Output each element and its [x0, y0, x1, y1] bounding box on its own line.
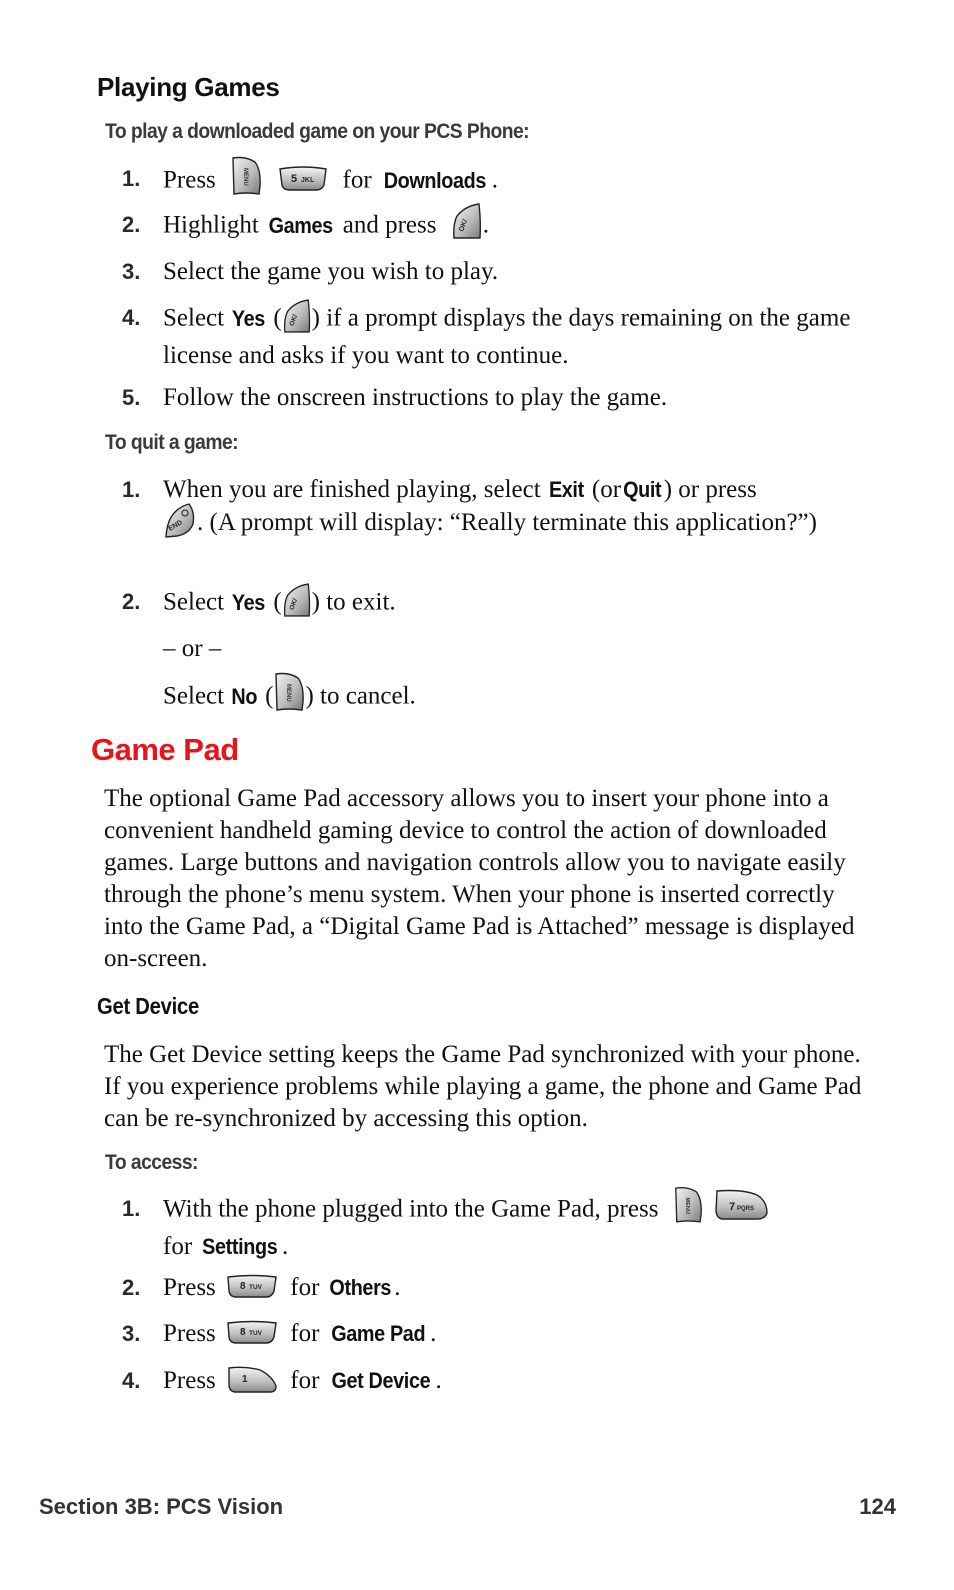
svg-text:5: 5	[291, 173, 297, 185]
access-step-4: 4. Press 1 for Get Device.	[122, 1364, 862, 1397]
or-separator: – or –	[163, 635, 222, 662]
quit-step-2: 2. Select Yes ( OK/ ) to exit.	[122, 583, 862, 623]
game-pad-paragraph: The optional Game Pad accessory allows y…	[104, 785, 855, 972]
bold-term: Exit	[548, 477, 584, 502]
step-number: 1.	[122, 477, 141, 502]
access-step-3: 3. Press 8 TUV for Game Pad.	[122, 1317, 862, 1350]
end-key-icon: END	[163, 502, 197, 539]
footer-section-label: Section 3B: PCS Vision	[39, 1494, 284, 1519]
step-number: 5.	[122, 385, 141, 410]
step-2: 2. Highlight Games and press OK/ .	[122, 203, 862, 246]
step-number: 2.	[122, 1275, 141, 1300]
step-text: Follow the onscreen instructions to play…	[163, 384, 668, 411]
step-5: 5. Follow the onscreen instructions to p…	[122, 381, 862, 414]
svg-text:MENU: MENU	[285, 684, 291, 702]
step-number: 1.	[122, 166, 141, 191]
svg-text:MENU: MENU	[684, 1198, 690, 1215]
svg-text:1: 1	[242, 1374, 248, 1385]
bold-term: Downloads	[383, 167, 487, 193]
step-number: 1.	[122, 1196, 141, 1221]
quit-step-1: 1. When you are finished playing, select…	[122, 473, 862, 542]
1-key-icon: 1	[226, 1366, 278, 1394]
get-device-paragraph: The Get Device setting keeps the Game Pa…	[104, 1041, 862, 1132]
step-3: 3. Select the game you wish to play.	[122, 255, 862, 288]
menu-key-icon: MENU	[273, 672, 305, 712]
step-4: 4. Select Yes ( OK/ ) if a prompt displa…	[122, 299, 862, 372]
menu-key-icon: MENU	[230, 156, 262, 196]
subsection-title-get-device: Get Device	[97, 993, 199, 1019]
8-tuv-key-icon: 8 TUV	[226, 1274, 278, 1298]
step-number: 3.	[122, 1321, 141, 1346]
step-number: 4.	[122, 1368, 141, 1393]
step-number: 2.	[122, 589, 141, 614]
svg-text:MENU: MENU	[242, 168, 248, 186]
5-jkl-key-icon: 5 JKL	[278, 165, 328, 191]
bold-term: Game Pad	[330, 1321, 425, 1346]
bold-term: Others	[329, 1275, 391, 1300]
bold-term: Yes	[232, 305, 266, 331]
access-step-2: 2. Press 8 TUV for Others.	[122, 1271, 862, 1304]
section-title-playing-games: Playing Games	[97, 72, 280, 102]
svg-text:8: 8	[240, 1327, 246, 1338]
step-number: 4.	[122, 305, 141, 330]
bold-term: Yes	[232, 589, 266, 615]
bold-term: Settings	[202, 1234, 279, 1259]
svg-text:TUV: TUV	[249, 1284, 263, 1291]
cancel-step: Select No ( MENU ) to cancel.	[122, 672, 862, 718]
7-pqrs-key-icon: 7 PQRS	[713, 1189, 769, 1221]
ok-key-icon: OK/	[282, 297, 312, 335]
access-intro: To access:	[105, 1151, 198, 1174]
bold-term: Games	[268, 212, 334, 238]
8-tuv-key-icon: 8 TUV	[226, 1320, 278, 1344]
bold-term: Get Device	[331, 1368, 430, 1393]
page-number: 124	[859, 1494, 896, 1519]
access-step-1: 1. With the phone plugged into the Game …	[122, 1187, 862, 1263]
ok-key-icon: OK/	[282, 581, 312, 619]
step-1: 1. Press MENU 5 JKL for Downloads.	[122, 156, 862, 202]
svg-text:7: 7	[729, 1201, 735, 1213]
section-title-game-pad: Game Pad	[91, 732, 239, 767]
step-number: 2.	[122, 212, 141, 237]
step-number: 3.	[122, 259, 141, 284]
ok-key-icon: OK/	[451, 202, 483, 240]
step-text: Press	[163, 166, 216, 194]
bold-term: Quit	[623, 477, 662, 502]
svg-text:8: 8	[240, 1281, 246, 1292]
step-text: Select the game you wish to play.	[163, 258, 499, 285]
svg-text:TUV: TUV	[249, 1330, 263, 1337]
menu-key-icon: MENU	[673, 1186, 703, 1224]
bold-term: No	[231, 683, 258, 709]
quit-intro: To quit a game:	[105, 431, 239, 454]
instructions-intro: To play a downloaded game on your PCS Ph…	[105, 120, 530, 143]
svg-text:PQRS: PQRS	[737, 1206, 754, 1212]
svg-text:JKL: JKL	[301, 177, 315, 184]
